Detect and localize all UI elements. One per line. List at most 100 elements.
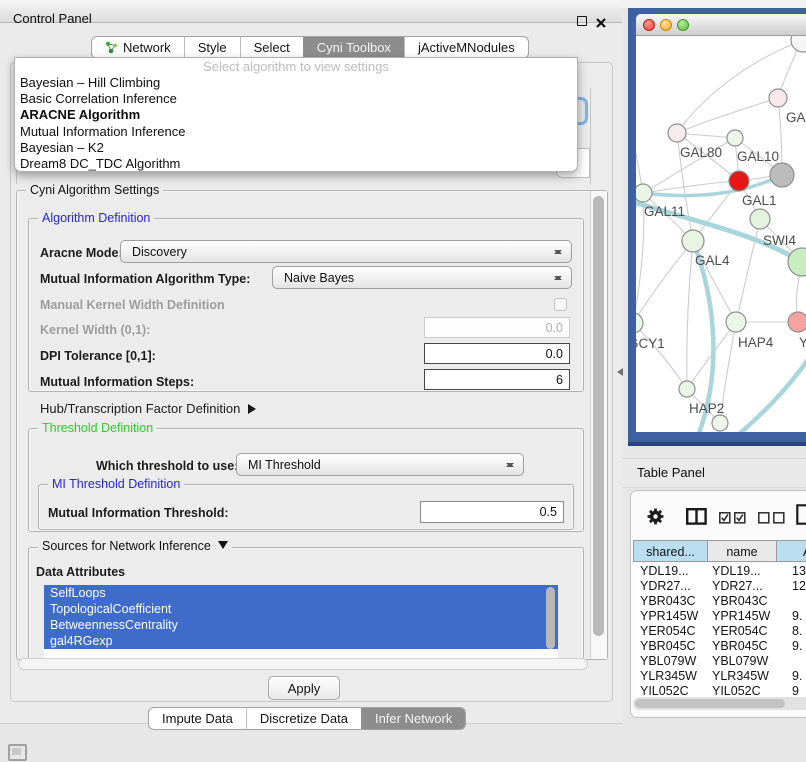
unchecked-pair-icon[interactable] bbox=[758, 512, 785, 524]
which-threshold-select[interactable]: MI Threshold bbox=[236, 453, 524, 476]
minimized-panel-icon[interactable] bbox=[8, 744, 27, 761]
network-node-gal4[interactable] bbox=[682, 230, 704, 252]
control-panel-title: Control Panel bbox=[13, 11, 92, 26]
mi-type-value: Naive Bayes bbox=[284, 271, 354, 285]
table-cell: YBL079W bbox=[712, 654, 768, 669]
network-node-y[interactable] bbox=[788, 312, 806, 332]
table-hscrollbar-thumb[interactable] bbox=[635, 699, 785, 708]
table-cell: YBR045C bbox=[712, 639, 768, 654]
network-window-titlebar[interactable] bbox=[636, 14, 806, 36]
table-row[interactable]: YPR145WYPR145W9. bbox=[633, 609, 806, 624]
network-node-unlabeled[interactable] bbox=[791, 36, 806, 52]
split-columns-icon[interactable] bbox=[686, 508, 707, 525]
algorithm-item-bayesian-k2[interactable]: Bayesian – K2 bbox=[15, 140, 577, 156]
attributes-scrollbar-thumb[interactable] bbox=[546, 587, 555, 649]
close-panel-icon[interactable] bbox=[596, 15, 606, 33]
mi-steps-field[interactable]: 6 bbox=[424, 369, 570, 390]
aracne-mode-select[interactable]: Discovery bbox=[120, 240, 572, 263]
algorithm-item-dream8-dc-tdc-algorithm[interactable]: Dream8 DC_TDC Algorithm bbox=[15, 156, 577, 172]
network-edge bbox=[636, 193, 644, 323]
cyni-bottom-tabbar: Impute Data Discretize DataInfer Network bbox=[148, 707, 466, 730]
tab-impute-data[interactable]: Impute Data bbox=[149, 708, 246, 729]
cyni-settings-title: Cyni Algorithm Settings bbox=[26, 183, 163, 198]
apply-button[interactable]: Apply bbox=[268, 676, 340, 700]
hub-definition-expander[interactable]: Hub/Transcription Factor Definition bbox=[40, 401, 261, 416]
network-node-swi4[interactable] bbox=[750, 209, 770, 229]
minimize-traffic-light-icon[interactable] bbox=[660, 19, 672, 31]
table-cell: YER054C bbox=[640, 624, 696, 639]
network-node-gal10[interactable] bbox=[727, 130, 743, 146]
algorithm-item-basic-correlation-inference[interactable]: Basic Correlation Inference bbox=[15, 91, 577, 107]
table-row[interactable]: YBL079WYBL079W bbox=[633, 654, 806, 669]
sources-title-row[interactable]: Sources for Network Inference bbox=[38, 539, 232, 554]
aracne-mode-label: Aracne Mode: bbox=[40, 246, 123, 260]
tab-style[interactable]: Style bbox=[184, 37, 240, 58]
kernel-width-field[interactable]: 0.0 bbox=[424, 317, 570, 338]
tab-network[interactable]: Network bbox=[92, 37, 184, 58]
tab-jactivemnodules[interactable]: jActiveMNodules bbox=[404, 37, 528, 58]
which-threshold-value: MI Threshold bbox=[248, 458, 321, 472]
settings-scrollbar-thumb[interactable] bbox=[593, 196, 604, 636]
table-row[interactable]: YER054CYER054C8. bbox=[633, 624, 806, 639]
table-row[interactable]: YBR043CYBR043C bbox=[633, 594, 806, 609]
table-row[interactable]: YDR27...YDR27...12 bbox=[633, 579, 806, 594]
column-header-a[interactable]: A bbox=[776, 540, 806, 562]
table-cell: 9. bbox=[792, 639, 802, 654]
column-header-shared[interactable]: shared... bbox=[633, 540, 708, 562]
network-node-gal80[interactable] bbox=[668, 124, 686, 142]
document-icon[interactable] bbox=[796, 504, 806, 525]
table-row[interactable]: YBR045CYBR045C9. bbox=[633, 639, 806, 654]
mi-threshold-field[interactable]: 0.5 bbox=[420, 501, 564, 523]
network-node-unlabeled[interactable] bbox=[770, 163, 794, 187]
table-cell: YBR043C bbox=[640, 594, 696, 609]
network-canvas[interactable]: GALGAL80GAL10GAL1GAL11SWI4GAL4GCY1HAP4YH… bbox=[636, 36, 806, 432]
table-cell: YDR27... bbox=[640, 579, 691, 594]
tab-label: Impute Data bbox=[162, 711, 233, 726]
attribute-item-selfloops[interactable]: SelfLoops bbox=[44, 585, 558, 601]
tab-discretize-data[interactable]: Discretize Data bbox=[246, 708, 361, 729]
algorithm-item-bayesian-hill-climbing[interactable]: Bayesian – Hill Climbing bbox=[15, 75, 577, 91]
attribute-item-gal4rgexp[interactable]: gal4RGexp bbox=[44, 633, 558, 649]
close-traffic-light-icon[interactable] bbox=[643, 19, 655, 31]
tab-select[interactable]: Select bbox=[240, 37, 303, 58]
hub-definition-label: Hub/Transcription Factor Definition bbox=[40, 401, 240, 416]
manual-kernel-checkbox[interactable] bbox=[554, 298, 567, 311]
data-attributes-list[interactable]: SelfLoopsTopologicalCoefficientBetweenne… bbox=[44, 585, 558, 659]
settings-hscrollbar[interactable] bbox=[18, 658, 588, 670]
zoom-traffic-light-icon[interactable] bbox=[677, 19, 689, 31]
table-row[interactable]: YDL19...YDL19...13 bbox=[633, 564, 806, 579]
network-node-unlabeled[interactable] bbox=[788, 248, 806, 276]
network-node-gal11[interactable] bbox=[636, 184, 652, 202]
checked-pair-icon[interactable] bbox=[719, 512, 746, 524]
dpi-tolerance-field[interactable]: 0.0 bbox=[424, 343, 570, 364]
network-node-gal[interactable] bbox=[769, 89, 787, 107]
float-window-icon[interactable] bbox=[577, 16, 587, 26]
attribute-item-topologicalcoefficient[interactable]: TopologicalCoefficient bbox=[44, 601, 558, 617]
mi-type-select[interactable]: Naive Bayes bbox=[272, 266, 572, 289]
algorithm-item-aracne-algorithm[interactable]: ARACNE Algorithm bbox=[15, 107, 577, 123]
kernel-width-label: Kernel Width (0,1): bbox=[40, 323, 150, 337]
dpi-tolerance-label: DPI Tolerance [0,1]: bbox=[40, 349, 156, 363]
attribute-item-betweennesscentrality[interactable]: BetweennessCentrality bbox=[44, 617, 558, 633]
mi-type-label: Mutual Information Algorithm Type: bbox=[40, 272, 250, 286]
tab-cyni-toolbox[interactable]: Cyni Toolbox bbox=[303, 37, 404, 58]
network-node-gcy1[interactable] bbox=[636, 313, 643, 333]
table-cell: 9. bbox=[792, 669, 802, 684]
gear-icon[interactable] bbox=[646, 507, 665, 526]
column-header-name[interactable]: name bbox=[707, 540, 777, 562]
network-node-hap4[interactable] bbox=[726, 312, 746, 332]
table-body: YDL19...YDL19...13YDR27...YDR27...12YBR0… bbox=[633, 564, 806, 700]
mi-threshold-label: Mutual Information Threshold: bbox=[48, 506, 229, 520]
collapse-panel-arrow-icon[interactable] bbox=[613, 368, 623, 376]
network-node-unlabeled[interactable] bbox=[712, 415, 728, 431]
sources-title: Sources for Network Inference bbox=[42, 539, 211, 553]
tab-label: Network bbox=[123, 40, 171, 55]
algorithm-item-mutual-information-inference[interactable]: Mutual Information Inference bbox=[15, 124, 577, 140]
network-node-gal1[interactable] bbox=[729, 171, 749, 191]
node-label-y: Y bbox=[799, 335, 806, 350]
tab-label: jActiveMNodules bbox=[418, 40, 515, 55]
network-node-hap2[interactable] bbox=[679, 381, 695, 397]
table-row[interactable]: YLR345WYLR345W9. bbox=[633, 669, 806, 684]
node-label-gcy1: GCY1 bbox=[636, 336, 665, 351]
tab-infer-network[interactable]: Infer Network bbox=[361, 708, 465, 729]
